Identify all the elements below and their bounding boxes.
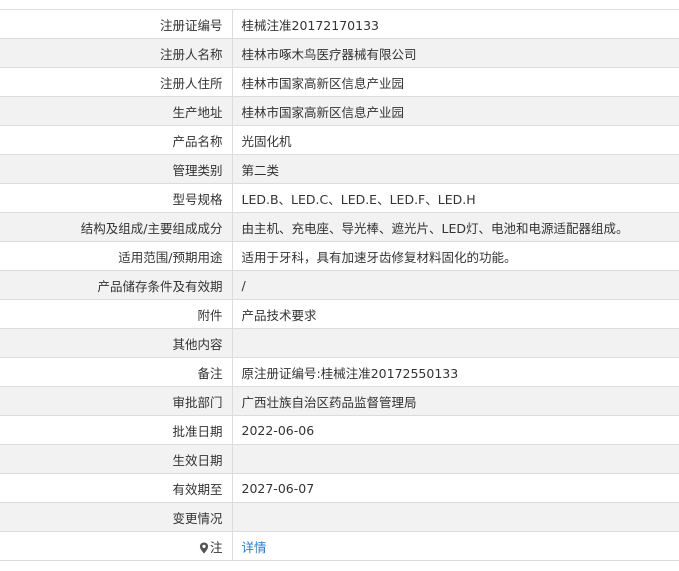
table-row: 注 详情 (0, 531, 679, 561)
field-value-registration-number: 桂械注准20172170133 (232, 9, 679, 39)
field-label-product-name: 产品名称 (0, 125, 233, 155)
field-label-attachment: 附件 (0, 299, 233, 329)
field-value-registrant-address: 桂林市国家高新区信息产业园 (232, 67, 679, 97)
details-link[interactable]: 详情 (242, 540, 267, 555)
table-row: 结构及组成/主要组成成分 由主机、充电座、导光棒、遮光片、LED灯、电池和电源适… (0, 212, 679, 242)
field-label-management-category: 管理类别 (0, 154, 233, 184)
field-label-model-spec: 型号规格 (0, 183, 233, 213)
field-label-remarks: 备注 (0, 357, 233, 387)
field-label-other-content: 其他内容 (0, 328, 233, 358)
table-row: 型号规格 LED.B、LED.C、LED.E、LED.F、LED.H (0, 183, 679, 213)
table-row: 生产地址 桂林市国家高新区信息产业园 (0, 96, 679, 126)
table-row: 注册人住所 桂林市国家高新区信息产业园 (0, 67, 679, 97)
table-row: 管理类别 第二类 (0, 154, 679, 184)
field-label-note: 注 (0, 531, 233, 561)
field-label-intended-use: 适用范围/预期用途 (0, 241, 233, 271)
table-row: 注册人名称 桂林市啄木鸟医疗器械有限公司 (0, 38, 679, 68)
field-label-registrant-address: 注册人住所 (0, 67, 233, 97)
field-value-note: 详情 (232, 531, 679, 561)
table-row: 产品名称 光固化机 (0, 125, 679, 155)
field-value-change-history (232, 502, 679, 532)
map-pin-icon (199, 542, 209, 554)
table-row: 变更情况 (0, 502, 679, 532)
registration-detail-table: 注册证编号 桂械注准20172170133 注册人名称 桂林市啄木鸟医疗器械有限… (0, 9, 679, 561)
field-label-structure-composition: 结构及组成/主要组成成分 (0, 212, 233, 242)
field-value-intended-use: 适用于牙科，具有加速牙齿修复材料固化的功能。 (232, 241, 679, 271)
table-row: 批准日期 2022-06-06 (0, 415, 679, 445)
table-row: 有效期至 2027-06-07 (0, 473, 679, 503)
field-label-effective-date: 生效日期 (0, 444, 233, 474)
field-value-effective-date (232, 444, 679, 474)
table-row: 产品储存条件及有效期 / (0, 270, 679, 300)
field-label-storage-validity: 产品储存条件及有效期 (0, 270, 233, 300)
field-value-approval-department: 广西壮族自治区药品监督管理局 (232, 386, 679, 416)
field-label-approval-date: 批准日期 (0, 415, 233, 445)
detail-page: 注册证编号 桂械注准20172170133 注册人名称 桂林市啄木鸟医疗器械有限… (0, 0, 679, 571)
table-row: 适用范围/预期用途 适用于牙科，具有加速牙齿修复材料固化的功能。 (0, 241, 679, 271)
field-value-model-spec: LED.B、LED.C、LED.E、LED.F、LED.H (232, 183, 679, 213)
field-label-registration-number: 注册证编号 (0, 9, 233, 39)
field-value-production-address: 桂林市国家高新区信息产业园 (232, 96, 679, 126)
field-label-valid-until: 有效期至 (0, 473, 233, 503)
table-row: 生效日期 (0, 444, 679, 474)
field-label-change-history: 变更情况 (0, 502, 233, 532)
table-row: 备注 原注册证编号:桂械注准20172550133 (0, 357, 679, 387)
field-label-registrant-name: 注册人名称 (0, 38, 233, 68)
field-value-attachment: 产品技术要求 (232, 299, 679, 329)
table-row: 审批部门 广西壮族自治区药品监督管理局 (0, 386, 679, 416)
field-value-other-content (232, 328, 679, 358)
field-label-production-address: 生产地址 (0, 96, 233, 126)
table-row: 注册证编号 桂械注准20172170133 (0, 9, 679, 39)
field-value-management-category: 第二类 (232, 154, 679, 184)
note-label: 注 (209, 539, 223, 555)
field-value-approval-date: 2022-06-06 (232, 415, 679, 445)
table-row: 附件 产品技术要求 (0, 299, 679, 329)
field-value-remarks: 原注册证编号:桂械注准20172550133 (232, 357, 679, 387)
field-value-storage-validity: / (232, 270, 679, 300)
field-value-structure-composition: 由主机、充电座、导光棒、遮光片、LED灯、电池和电源适配器组成。 (232, 212, 679, 242)
field-value-valid-until: 2027-06-07 (232, 473, 679, 503)
table-row: 其他内容 (0, 328, 679, 358)
field-value-registrant-name: 桂林市啄木鸟医疗器械有限公司 (232, 38, 679, 68)
field-value-product-name: 光固化机 (232, 125, 679, 155)
field-label-approval-department: 审批部门 (0, 386, 233, 416)
